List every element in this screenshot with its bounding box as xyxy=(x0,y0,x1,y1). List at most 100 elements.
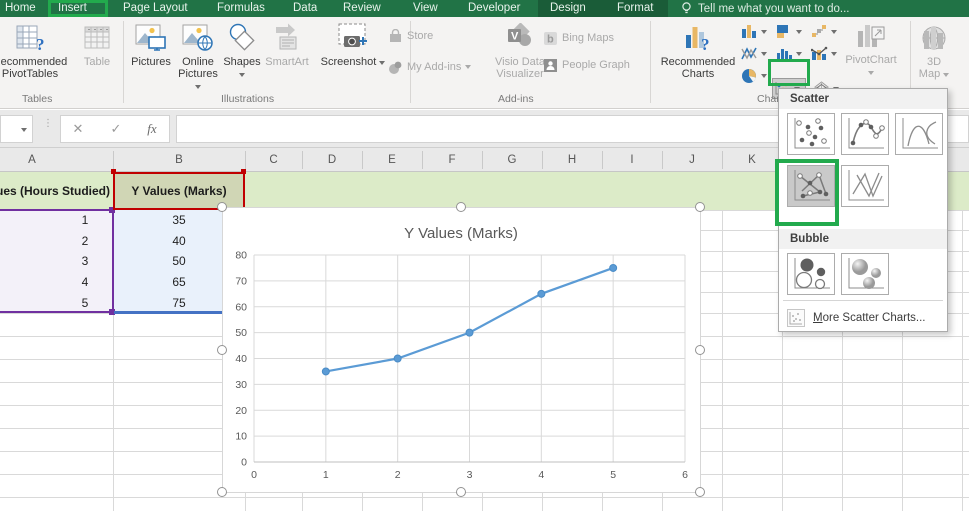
ribbon-tab-insert[interactable]: Insert xyxy=(58,0,87,17)
recommended-charts-button[interactable]: ? Recommended Charts xyxy=(655,19,741,105)
line-chart-caret[interactable] xyxy=(761,52,767,56)
tell-me-box[interactable]: Tell me what you want to do... xyxy=(681,0,850,17)
insert-bar-chart-button[interactable] xyxy=(775,21,809,42)
menu-icon-scatter-straight[interactable] xyxy=(841,165,889,207)
menu-icon-scatter-smooth[interactable] xyxy=(895,113,943,155)
cell-a1[interactable]: X Values (Hours Studied) xyxy=(0,172,110,210)
combo-chart-caret[interactable] xyxy=(831,52,837,56)
column-boundary[interactable] xyxy=(602,151,603,169)
screenshot-label: Screenshot xyxy=(321,56,377,68)
cancel-button[interactable]: ✕ xyxy=(65,115,91,143)
chart-resize-handle[interactable] xyxy=(695,202,705,212)
b1-border-top xyxy=(113,172,245,174)
column-boundary[interactable] xyxy=(542,151,543,169)
insert-statistic-chart-button[interactable] xyxy=(775,43,809,64)
online-pictures-button[interactable]: Online Pictures xyxy=(175,19,221,105)
my-addins-dropdown-caret[interactable] xyxy=(465,65,471,69)
insert-function-button[interactable]: fx xyxy=(139,115,165,143)
column-header-A[interactable]: A xyxy=(0,148,113,172)
online-pictures-icon xyxy=(182,23,214,53)
cell-a2[interactable]: 1 xyxy=(60,210,110,230)
enter-button[interactable]: ✓ xyxy=(103,115,129,143)
ribbon-tab-format[interactable]: Format xyxy=(617,0,653,17)
cell-a4[interactable]: 3 xyxy=(60,251,110,271)
column-boundary[interactable] xyxy=(422,151,423,169)
column-boundary[interactable] xyxy=(482,151,483,169)
insert-line-chart-button[interactable] xyxy=(740,43,774,64)
formula-bar-splitter[interactable]: ⋮ xyxy=(43,121,46,137)
chart-resize-handle[interactable] xyxy=(217,487,227,497)
menu-icon-scatter[interactable] xyxy=(787,113,835,155)
store-button[interactable]: Store xyxy=(388,28,433,44)
chart-resize-handle[interactable] xyxy=(217,202,227,212)
chart-resize-handle[interactable] xyxy=(456,202,466,212)
column-header-J[interactable]: J xyxy=(662,148,722,172)
pivotchart-caret[interactable] xyxy=(868,71,874,75)
screenshot-button[interactable]: Screenshot xyxy=(314,19,392,105)
insert-hierarchy-chart-button[interactable] xyxy=(810,21,844,42)
insert-combo-chart-button[interactable] xyxy=(810,43,844,64)
ribbon-tab-view[interactable]: View xyxy=(413,0,438,17)
column-boundary[interactable] xyxy=(302,151,303,169)
column-header-B[interactable]: B xyxy=(113,148,245,172)
column-boundary[interactable] xyxy=(113,151,114,169)
column-header-F[interactable]: F xyxy=(422,148,482,172)
my-addins-button[interactable]: My Add-ins xyxy=(388,59,471,75)
pictures-button[interactable]: Pictures xyxy=(128,19,174,105)
name-box[interactable] xyxy=(0,115,33,143)
menu-icon-bubble[interactable] xyxy=(787,253,835,295)
b1-handle-left[interactable] xyxy=(111,169,116,174)
embedded-chart[interactable]: 010203040506070800123456Y Values (Marks) xyxy=(222,207,701,493)
people-graph-icon xyxy=(543,58,558,73)
table-button[interactable]: Table xyxy=(76,19,118,105)
column-boundary[interactable] xyxy=(362,151,363,169)
column-header-H[interactable]: H xyxy=(542,148,602,172)
b1-handle-right[interactable] xyxy=(241,169,246,174)
ribbon-tab-formulas[interactable]: Formulas xyxy=(217,0,265,17)
column-header-K[interactable]: K xyxy=(722,148,782,172)
menu-icon-scatter-smooth-markers[interactable] xyxy=(841,113,889,155)
more-scatter-charts-item[interactable]: More Scatter Charts... xyxy=(779,305,947,331)
column-header-E[interactable]: E xyxy=(362,148,422,172)
column-boundary[interactable] xyxy=(245,151,246,169)
column-header-C[interactable]: C xyxy=(245,148,302,172)
svg-text:30: 30 xyxy=(235,379,247,391)
visio-label-line1: Visio Data xyxy=(495,56,545,68)
column-header-D[interactable]: D xyxy=(302,148,362,172)
pie-chart-caret[interactable] xyxy=(761,74,767,78)
name-box-caret[interactable] xyxy=(21,128,27,132)
column-chart-caret[interactable] xyxy=(761,30,767,34)
cell-a5[interactable]: 4 xyxy=(60,271,110,292)
column-header-I[interactable]: I xyxy=(602,148,662,172)
chart-resize-handle[interactable] xyxy=(695,345,705,355)
menu-icon-bubble-3d[interactable] xyxy=(841,253,889,295)
bar-chart-caret[interactable] xyxy=(796,30,802,34)
column-boundary[interactable] xyxy=(722,151,723,169)
column-boundary[interactable] xyxy=(662,151,663,169)
chart-resize-handle[interactable] xyxy=(695,487,705,497)
smartart-label: SmartArt xyxy=(265,56,308,68)
menu-icon-scatter-straight-markers[interactable] xyxy=(787,165,835,207)
ribbon-tab-developer[interactable]: Developer xyxy=(468,0,520,17)
cell-a6[interactable]: 5 xyxy=(60,292,110,313)
chart-resize-handle[interactable] xyxy=(217,345,227,355)
ribbon-tab-page-layout[interactable]: Page Layout xyxy=(123,0,188,17)
hierarchy-chart-caret[interactable] xyxy=(831,30,837,34)
statistic-chart-caret[interactable] xyxy=(796,52,802,56)
ribbon-tab-home[interactable]: Home xyxy=(5,0,36,17)
3d-map-caret[interactable] xyxy=(943,73,949,77)
people-graph-button[interactable]: People Graph xyxy=(543,57,630,73)
online-pictures-dropdown-caret[interactable] xyxy=(195,85,201,89)
chart-resize-handle[interactable] xyxy=(456,487,466,497)
ribbon-tab-design[interactable]: Design xyxy=(550,0,586,17)
bing-maps-button[interactable]: b Bing Maps xyxy=(543,30,614,46)
bing-maps-icon: b xyxy=(543,31,558,46)
cell-a3[interactable]: 2 xyxy=(60,230,110,251)
screenshot-dropdown-caret[interactable] xyxy=(379,61,385,65)
insert-column-chart-button[interactable] xyxy=(740,21,774,42)
ribbon-tab-review[interactable]: Review xyxy=(343,0,381,17)
insert-pie-chart-button[interactable] xyxy=(740,65,774,86)
ribbon-tab-data[interactable]: Data xyxy=(293,0,317,17)
column-header-G[interactable]: G xyxy=(482,148,542,172)
shapes-dropdown-caret[interactable] xyxy=(239,73,245,77)
